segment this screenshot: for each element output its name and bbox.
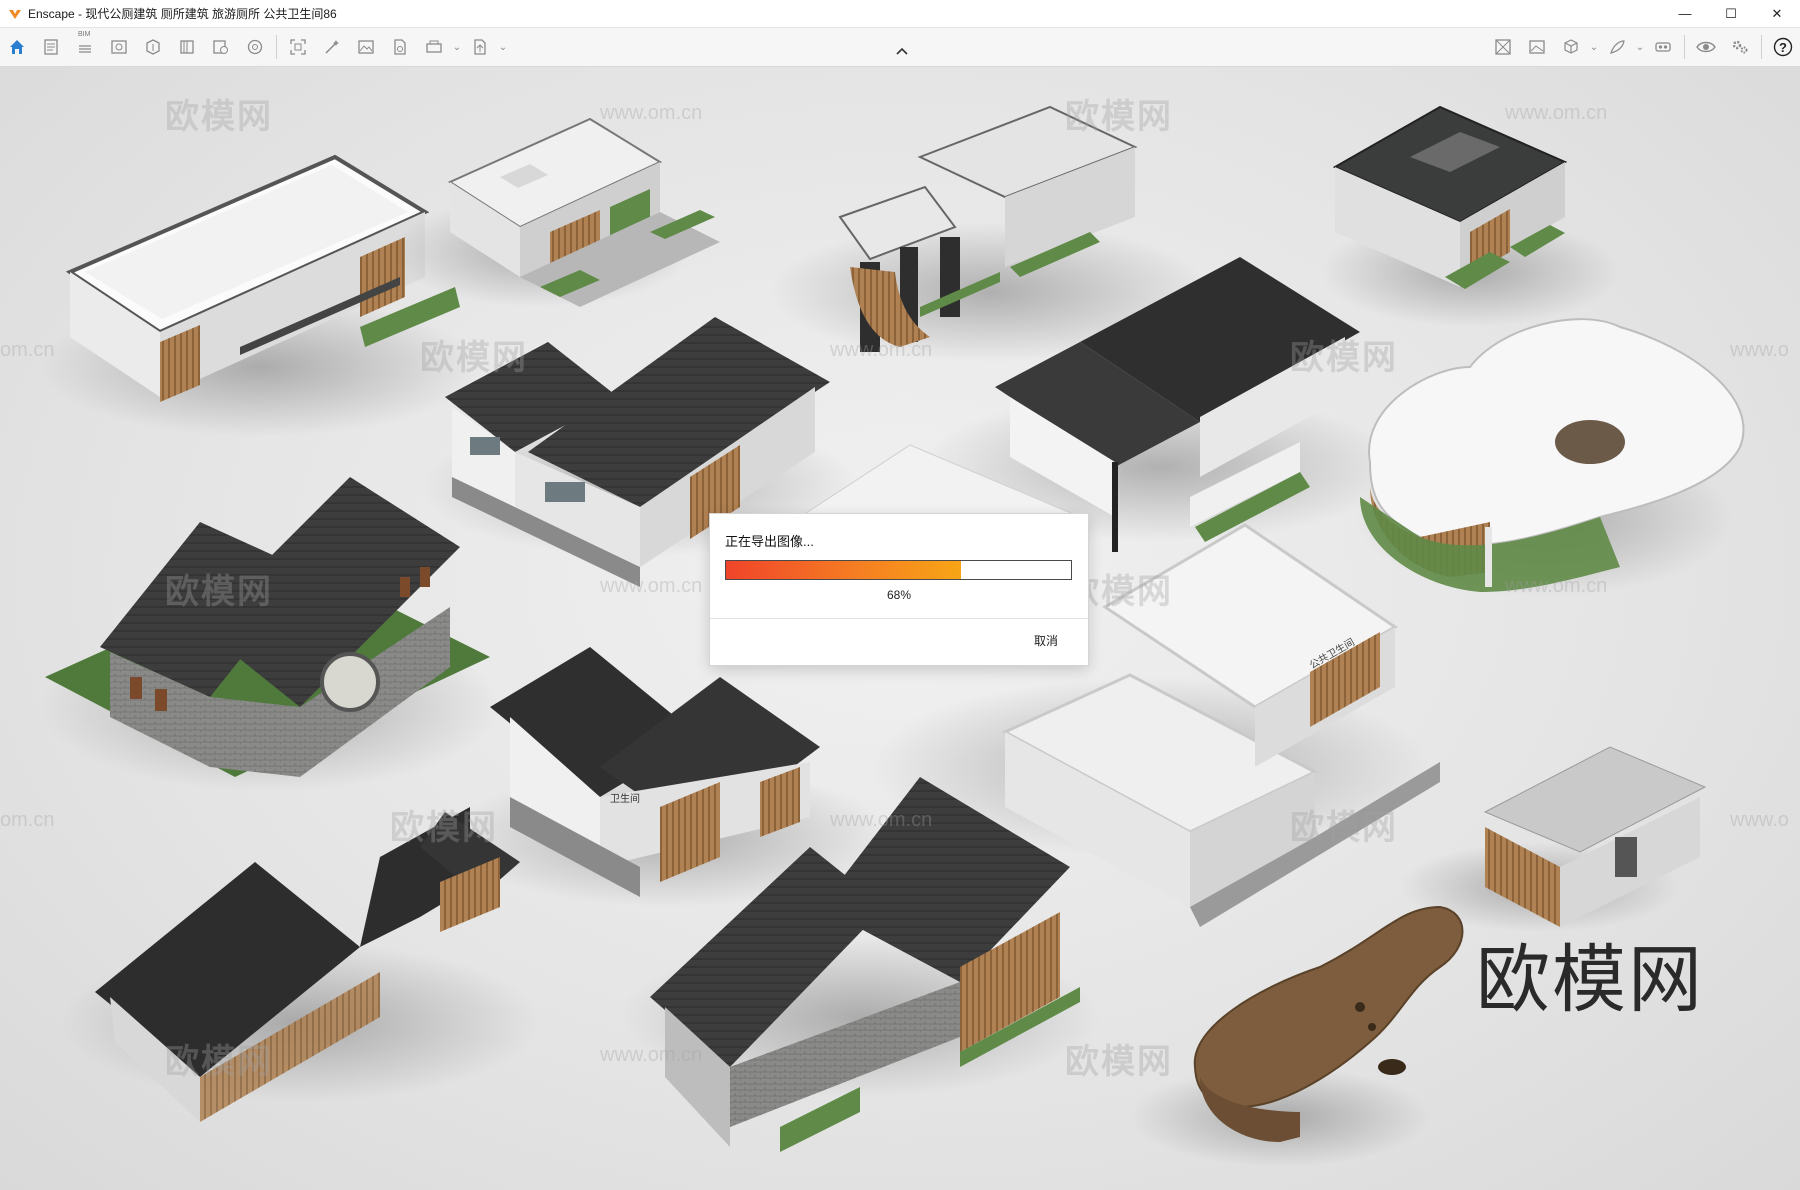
feather-dropdown-chevron-icon[interactable]: ⌄ (1634, 30, 1646, 64)
notes-icon[interactable] (34, 30, 68, 64)
watermark-text: 欧模网 (1065, 1043, 1173, 1081)
sun-icon[interactable] (238, 30, 272, 64)
close-button[interactable]: ✕ (1754, 0, 1800, 27)
export-progress-dialog: 正在导出图像... 68% 取消 (710, 514, 1088, 665)
building-sign-text: 卫生间 (610, 792, 640, 805)
watermark-url: www.om.cn (830, 809, 933, 831)
bim-icon[interactable]: BIM (68, 30, 102, 64)
watermark-text: 欧模网 (165, 1043, 273, 1081)
building-swooping-roof-pavilion (60, 807, 540, 1122)
watermark-url: www.om.cn (600, 102, 703, 124)
building-flat-roof-white (40, 154, 480, 437)
upload-dropdown-chevron-icon[interactable]: ⌄ (497, 30, 509, 64)
watermark-url: www.om.cn (1505, 102, 1608, 124)
building-small-flat-roof (390, 117, 720, 307)
progress-percent-label: 68% (886, 588, 912, 602)
video-editor-icon[interactable] (383, 30, 417, 64)
upload-icon[interactable] (463, 30, 497, 64)
screenshot-icon[interactable] (281, 30, 315, 64)
window-title: Enscape - 现代公厕建筑 厕所建筑 旅游厕所 公共卫生间86 (28, 7, 337, 21)
watermark-text: 欧模网 (390, 809, 498, 847)
export-progress-bar (725, 560, 1072, 580)
site-context-icon[interactable] (1486, 30, 1520, 64)
cube-dropdown-chevron-icon[interactable]: ⌄ (1588, 30, 1600, 64)
maximize-button[interactable]: ☐ (1708, 0, 1754, 27)
dialog-title: 正在导出图像... (725, 534, 814, 549)
watermark-url: om.cn (0, 809, 55, 831)
building-small-kiosk (1400, 746, 1707, 932)
building-traditional-round-gate (40, 477, 500, 792)
material-editor-icon[interactable] (204, 30, 238, 64)
feather-icon[interactable] (1600, 30, 1634, 64)
export-icon[interactable] (417, 30, 451, 64)
render-image-icon[interactable] (1520, 30, 1554, 64)
watermark-url: www.om.cn (600, 1044, 703, 1066)
title-bar: Enscape - 现代公厕建筑 厕所建筑 旅游厕所 公共卫生间86 — ☐ ✕ (0, 0, 1800, 28)
toolbar-separator (1761, 35, 1762, 59)
building-dark-roof-courtyard (1320, 105, 1620, 327)
cube-icon[interactable] (1554, 30, 1588, 64)
export-dropdown-chevron-icon[interactable]: ⌄ (451, 30, 463, 64)
watermark-text: 欧模网 (1290, 809, 1398, 847)
watermark-text: 欧模网 (1290, 339, 1398, 377)
watermark-text: 欧模网 (165, 573, 273, 611)
settings-icon[interactable] (1723, 30, 1757, 64)
bim-label: BIM (78, 31, 91, 38)
watermark-url: www.om.cn (830, 339, 933, 361)
dialog-divider (710, 618, 1088, 619)
watermark-url: www.o (1730, 339, 1789, 361)
help-glyph: ? (1779, 39, 1787, 55)
watermark-url: www.om.cn (600, 575, 703, 597)
asset-library-icon[interactable] (136, 30, 170, 64)
batch-render-icon[interactable] (315, 30, 349, 64)
watermark-text: 欧模网 (1065, 98, 1173, 136)
minimize-button[interactable]: — (1662, 0, 1708, 27)
building-brown-pod (1130, 905, 1464, 1167)
collapse-toolbar-chevron-icon[interactable] (894, 44, 910, 58)
watermark-text: 欧模网 (165, 98, 273, 136)
toolbar-separator (276, 35, 277, 59)
view-icon[interactable] (102, 30, 136, 64)
home-icon[interactable] (0, 30, 34, 64)
vr-headset-icon[interactable] (1646, 30, 1680, 64)
enscape-logo-icon (8, 7, 22, 21)
progress-bar-fill (726, 561, 961, 579)
panorama-icon[interactable] (349, 30, 383, 64)
watermark-logo-text: 欧模网 (1476, 937, 1704, 1023)
watermark-text: 欧模网 (420, 339, 528, 377)
building-curvy-organic (1355, 318, 1745, 597)
help-icon[interactable]: ? (1766, 30, 1800, 64)
visual-settings-icon[interactable] (170, 30, 204, 64)
watermark-url: www.om.cn (1505, 575, 1608, 597)
watermark-url: www.o (1730, 809, 1789, 831)
eye-icon[interactable] (1689, 30, 1723, 64)
watermark-url: om.cn (0, 339, 55, 361)
toolbar-separator (1684, 35, 1685, 59)
cancel-button[interactable]: 取消 (1034, 632, 1058, 649)
